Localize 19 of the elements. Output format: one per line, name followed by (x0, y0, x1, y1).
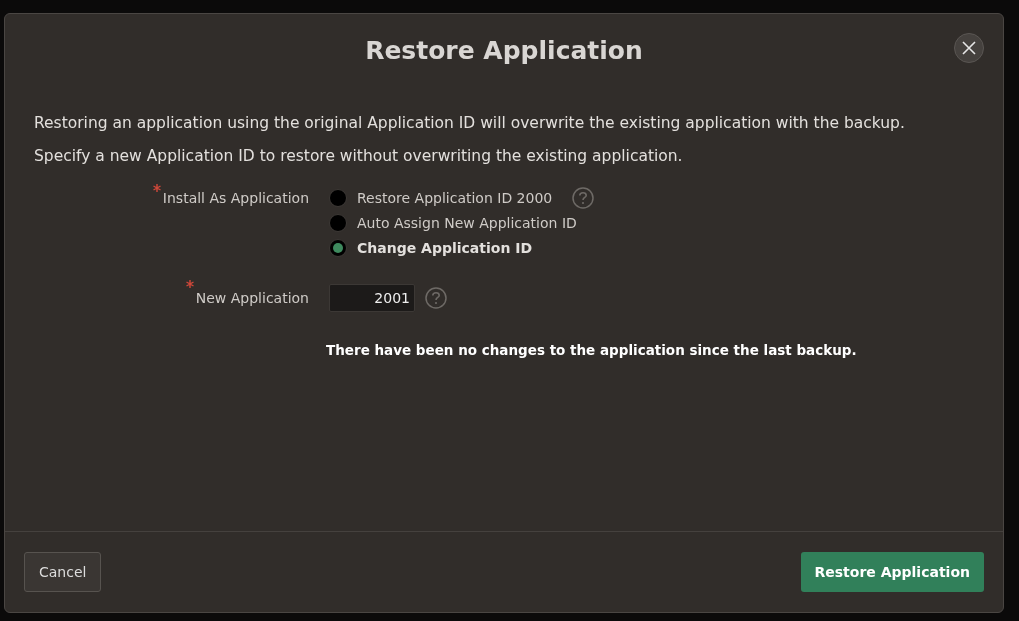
cancel-button[interactable]: Cancel (24, 552, 102, 592)
help-icon[interactable] (425, 287, 447, 309)
close-button[interactable] (954, 33, 984, 63)
close-icon (962, 41, 976, 55)
field-label: Install As Application (162, 189, 309, 208)
radio-button[interactable] (329, 189, 347, 207)
intro-text: Specify a new Application ID to restore without overwriting the existing application. (34, 147, 684, 166)
intro-text: Restoring an application using the original Application ID will overwrite the existing application with the backup. (34, 114, 906, 133)
radio-button[interactable] (329, 239, 347, 257)
field-label: New Application (195, 289, 309, 308)
restore-button[interactable]: Restore Application (800, 552, 984, 592)
radio-label[interactable]: Auto Assign New Application ID (357, 215, 577, 231)
dialog-title: Restore Application (365, 35, 643, 65)
application-id-field[interactable]: 2001 (329, 284, 415, 312)
radio-label[interactable]: Restore Application ID 2000 (357, 190, 553, 206)
radio-label[interactable]: Change Application ID (357, 240, 533, 256)
radio-button[interactable] (329, 214, 347, 232)
info-message: There have been no changes to the application since the last backup. (326, 342, 858, 358)
help-icon[interactable] (572, 187, 595, 209)
